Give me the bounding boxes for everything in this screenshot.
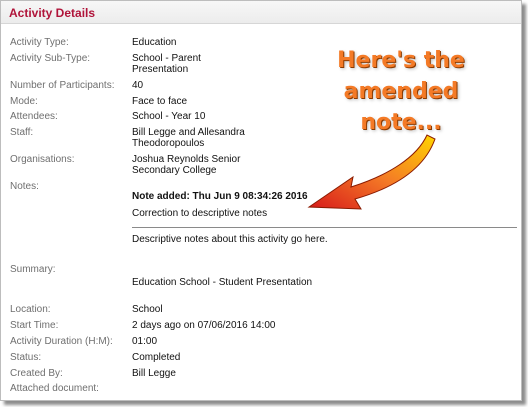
staff-label: Staff: [10,127,34,138]
duration-label: Activity Duration (H:M): [10,336,113,347]
activity-type-value: Education [132,37,177,48]
annotation-callout: Here's the amended note... [301,45,501,138]
duration-value: 01:00 [132,336,158,347]
annotation-arrow-icon [307,134,436,210]
created-by-value: Bill Legge [132,368,176,379]
notes-label: Notes: [10,181,39,192]
organisations-label: Organisations: [10,154,75,165]
note-original-text: Descriptive notes about this activity go… [132,234,328,245]
activity-type-label: Activity Type: [10,37,69,48]
staff-value-line1: Bill Legge and Allesandra [132,127,245,138]
status-label: Status: [10,352,42,363]
start-time-label: Start Time: [10,320,59,331]
activity-details-panel: Activity Details Activity Type: Educatio… [0,0,522,401]
participants-value: 40 [132,80,144,91]
panel-header: Activity Details [1,1,521,24]
notes-divider [132,227,517,228]
attached-document-label: Attached document: [10,383,99,394]
activity-subtype-value-line2: Presentation [132,64,189,75]
location-value: School [132,304,163,315]
mode-value: Face to face [132,96,188,107]
annotation-line2: amended [343,79,459,104]
panel-title: Activity Details [9,6,96,20]
annotation-line1: Here's the [337,48,465,73]
organisations-value-line1: Joshua Reynolds Senior [132,154,241,165]
location-label: Location: [10,304,51,315]
start-time-value: 2 days ago on 07/06/2016 14:00 [132,320,276,331]
staff-value-line2: Theodoropoulos [132,138,205,149]
status-value: Completed [132,352,181,363]
attendees-value: School - Year 10 [132,111,206,122]
attendees-label: Attendees: [10,111,58,122]
organisations-value-line2: Secondary College [132,165,217,176]
activity-subtype-value-line1: School - Parent [132,53,201,64]
participants-label: Number of Participants: [10,80,115,91]
summary-value: Education School - Student Presentation [132,277,313,288]
created-by-label: Created By: [10,368,63,379]
summary-label: Summary: [10,264,56,275]
activity-subtype-label: Activity Sub-Type: [10,53,91,64]
mode-label: Mode: [10,96,38,107]
